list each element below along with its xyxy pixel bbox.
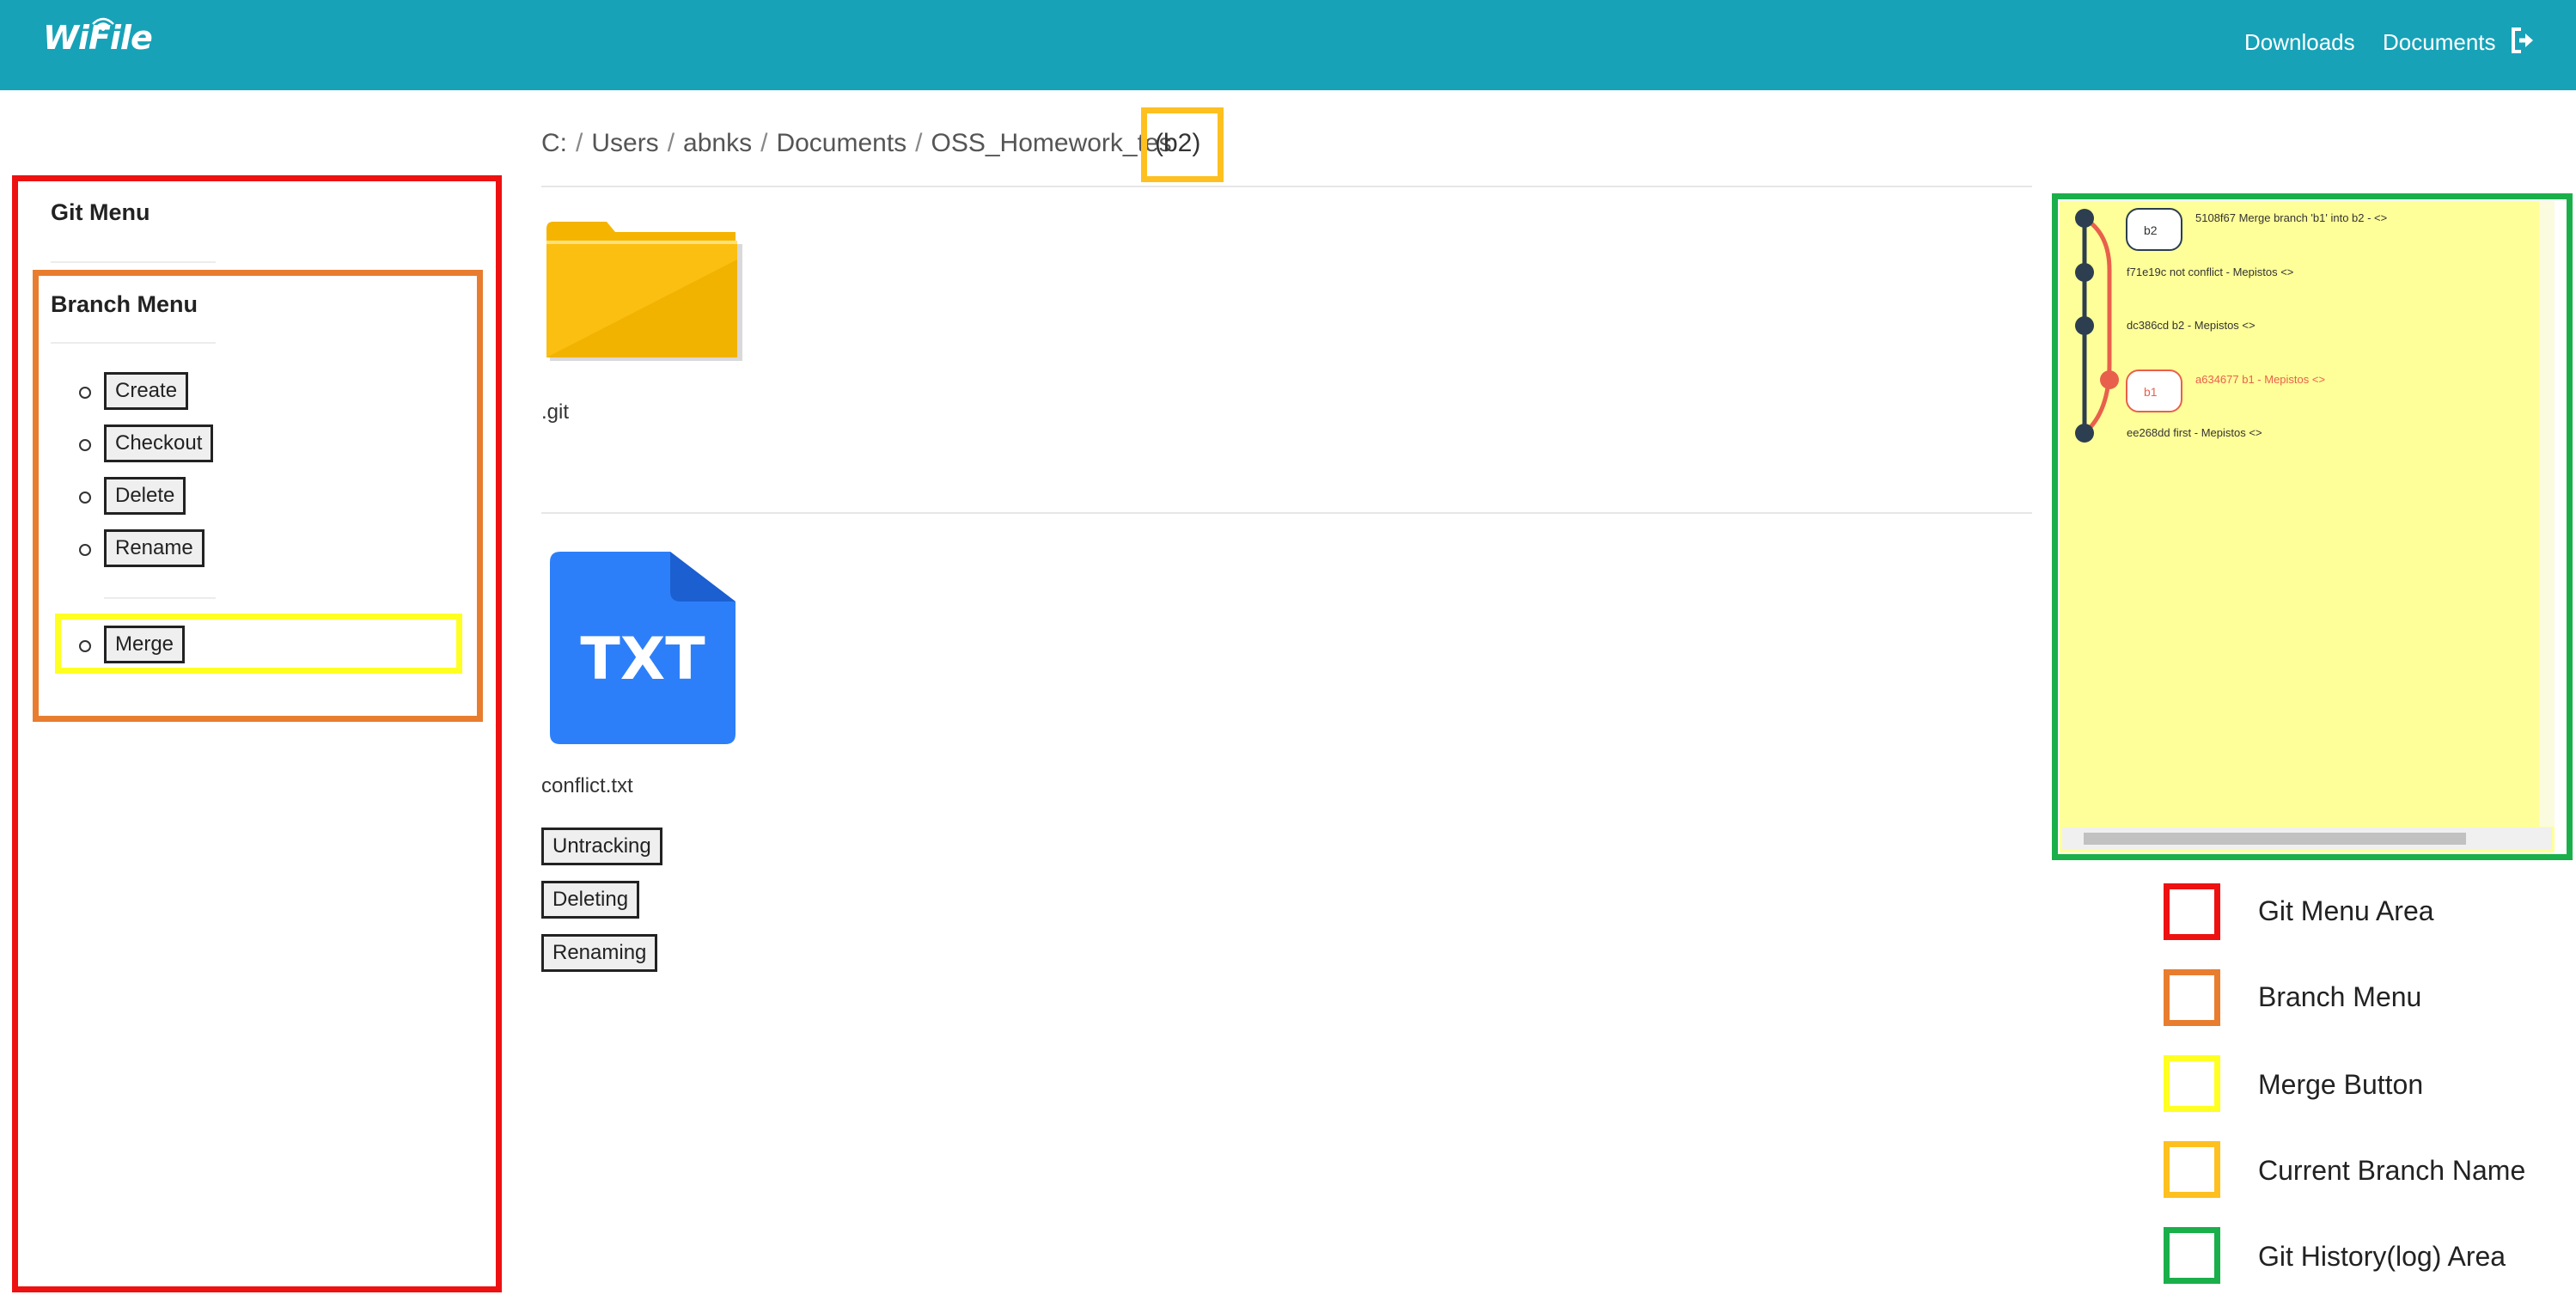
list-bullet [79, 492, 91, 504]
commit-node[interactable] [2075, 209, 2094, 228]
horizontal-scrollbar[interactable] [2062, 828, 2552, 850]
list-bullet [79, 387, 91, 399]
list-bullet [79, 640, 91, 652]
divider [541, 512, 2032, 514]
scrollbar-thumb[interactable] [2084, 833, 2466, 845]
nav-link-downloads[interactable]: Downloads [2244, 29, 2355, 56]
git-history-panel[interactable]: b2 b1 5108f67 Merge branch 'b1' into b2 … [2060, 201, 2555, 852]
git-menu-title: Git Menu [51, 199, 150, 225]
divider [51, 342, 216, 344]
legend-label: Merge Button [2258, 1069, 2424, 1100]
txt-icon-label: TXT [580, 626, 705, 693]
wifi-icon [92, 17, 114, 31]
git-graph [2075, 208, 2182, 443]
commit-message[interactable]: 5108f67 Merge branch 'b1' into b2 - <> [2195, 211, 2387, 224]
sign-out-icon[interactable] [2511, 26, 2535, 55]
checkout-branch-button[interactable]: Checkout [104, 424, 214, 462]
breadcrumb-item[interactable]: Documents [776, 129, 906, 157]
commit-message[interactable]: ee268dd first - Mepistos <> [2127, 426, 2262, 439]
legend-label: Git Menu Area [2258, 895, 2434, 926]
renaming-button[interactable]: Renaming [541, 934, 658, 972]
delete-branch-button[interactable]: Delete [104, 477, 186, 515]
commit-message[interactable]: f71e19c not conflict - Mepistos <> [2127, 266, 2293, 278]
brand-logo[interactable]: WiFile [43, 17, 153, 57]
branch-tag-b2[interactable]: b2 [2144, 223, 2158, 237]
navbar: WiFile Downloads Documents [0, 0, 2576, 90]
deleting-button[interactable]: Deleting [541, 881, 640, 919]
commit-message[interactable]: dc386cd b2 - Mepistos <> [2127, 319, 2256, 332]
branch-menu-highlight [33, 270, 483, 722]
commit-node[interactable] [2075, 263, 2094, 282]
commit-message[interactable]: a634677 b1 - Mepistos <> [2195, 373, 2325, 386]
commit-node[interactable] [2075, 316, 2094, 335]
file-name-conflict[interactable]: conflict.txt [541, 774, 633, 798]
legend-label: Current Branch Name [2258, 1155, 2526, 1186]
legend-swatch-branch-menu [2164, 969, 2220, 1026]
commit-node[interactable] [2100, 370, 2119, 389]
breadcrumb-item[interactable]: C: [541, 129, 567, 157]
legend-label: Branch Menu [2258, 981, 2422, 1012]
rename-branch-button[interactable]: Rename [104, 529, 204, 567]
list-bullet [79, 439, 91, 451]
legend-swatch-git-menu [2164, 883, 2220, 940]
legend-swatch-git-history [2164, 1227, 2220, 1284]
legend-swatch-merge-button [2164, 1055, 2220, 1112]
merge-button[interactable]: Merge [104, 626, 186, 663]
divider [104, 597, 216, 599]
branch-menu-title: Branch Menu [51, 291, 198, 317]
breadcrumb-item[interactable]: OSS_Homework_tes [931, 129, 1172, 157]
create-branch-button[interactable]: Create [104, 372, 189, 410]
divider [541, 186, 2032, 187]
current-branch-name: (b2) [1155, 129, 1201, 157]
list-bullet [79, 544, 91, 556]
divider [51, 261, 216, 263]
breadcrumb: C: / Users / abnks / Documents / OSS_Homework_te… [541, 129, 1172, 157]
commit-node[interactable] [2075, 424, 2094, 443]
breadcrumb-item[interactable]: Users [591, 129, 658, 157]
legend-label: Git History(log) Area [2258, 1241, 2506, 1272]
txt-file-icon[interactable]: TXT [550, 552, 736, 744]
nav-link-documents[interactable]: Documents [2383, 29, 2496, 56]
folder-icon[interactable] [546, 220, 744, 363]
branch-tag-b1[interactable]: b1 [2144, 385, 2158, 399]
breadcrumb-item[interactable]: abnks [683, 129, 752, 157]
file-name-git[interactable]: .git [541, 400, 569, 424]
vertical-scrollbar[interactable] [2539, 201, 2555, 827]
untracking-button[interactable]: Untracking [541, 828, 662, 865]
legend-swatch-current-branch [2164, 1141, 2220, 1198]
